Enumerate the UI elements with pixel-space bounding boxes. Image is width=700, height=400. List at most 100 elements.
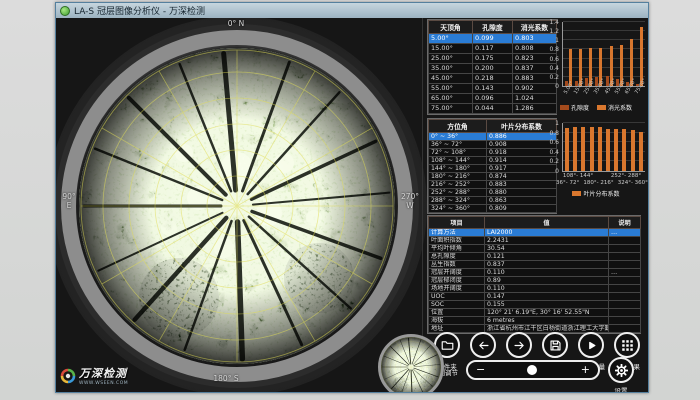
cell: 平均叶倾角: [429, 245, 485, 253]
preview-thumbnail[interactable]: [378, 334, 444, 392]
bar: [590, 127, 594, 171]
cell: 216° ~ 252°: [429, 181, 487, 189]
table-row[interactable]: 总孔隙度0.121: [429, 253, 641, 261]
save-icon: [542, 332, 568, 358]
table-row[interactable]: 65.00°0.0961.024: [429, 94, 557, 104]
cell: 35.00°: [429, 64, 473, 74]
cell: UOC: [429, 293, 485, 301]
table-row[interactable]: 108° ~ 144°0.914: [429, 157, 557, 165]
y-tick-label: 1: [546, 120, 559, 127]
cell: 2.2431: [485, 237, 609, 245]
column-header: 孔隙度: [473, 21, 513, 34]
slider-knob[interactable]: [527, 365, 537, 375]
table-row[interactable]: 216° ~ 252°0.883: [429, 181, 557, 189]
cell: 0.099: [473, 34, 513, 44]
bar-group: [614, 129, 618, 171]
table-row[interactable]: UOC0.147: [429, 293, 641, 301]
table-row[interactable]: 72° ~ 108°0.918: [429, 149, 557, 157]
bars: [563, 123, 645, 171]
window-title: LA-S 冠层图像分析仪 - 万深检测: [74, 4, 205, 17]
table-row[interactable]: 0° ~ 36°0.886: [429, 133, 557, 141]
cell: 0.837: [485, 261, 609, 269]
cell: 0.89: [485, 277, 609, 285]
table-row[interactable]: 55.00°0.1430.902: [429, 84, 557, 94]
table-row[interactable]: 252° ~ 288°0.880: [429, 189, 557, 197]
bar-group: [631, 130, 635, 171]
table-row[interactable]: 15.00°0.1170.808: [429, 44, 557, 54]
cell: 36° ~ 72°: [429, 141, 487, 149]
bar-group: [622, 129, 626, 171]
bar: [614, 129, 618, 171]
table-row[interactable]: 计算方法LAI2000…: [429, 229, 641, 237]
table-row[interactable]: 144° ~ 180°0.917: [429, 165, 557, 173]
slider-plus-button[interactable]: +: [581, 365, 590, 375]
segmentation-slider[interactable]: − +: [466, 360, 600, 380]
y-tick-label: 0.4: [546, 149, 559, 156]
cell: 0.110: [485, 269, 609, 277]
table-row[interactable]: 场地开阔度0.110: [429, 285, 641, 293]
table-row[interactable]: 冠层郁闭度0.89: [429, 277, 641, 285]
x-tick-labels: 108°- 144°252°- 288°: [554, 173, 648, 179]
column-header: 天顶角: [429, 21, 473, 34]
table-row[interactable]: 75.00°0.0441.286: [429, 104, 557, 114]
cell: 场地开阔度: [429, 285, 485, 293]
cell: …: [609, 269, 641, 277]
table-row[interactable]: 288° ~ 324°0.863: [429, 197, 557, 205]
cell: 324° ~ 360°: [429, 205, 487, 213]
table-row[interactable]: 25.00°0.1750.823: [429, 54, 557, 64]
table-row[interactable]: 平均叶倾角30.54: [429, 245, 641, 253]
column-header: 说明: [609, 217, 641, 229]
cell: 0.117: [473, 44, 513, 54]
table-row[interactable]: 5.00°0.0990.803: [429, 34, 557, 44]
cell: 55.00°: [429, 84, 473, 94]
table-row[interactable]: SOC0.155: [429, 301, 641, 309]
app-window: LA-S 冠层图像分析仪 - 万深检测: [55, 2, 649, 393]
y-tick-label: 1.2: [546, 28, 559, 35]
bar-group: [598, 127, 602, 171]
legend-swatch: [560, 105, 569, 110]
bar: [631, 130, 635, 171]
table-row[interactable]: 35.00°0.2000.837: [429, 64, 557, 74]
cell: [609, 253, 641, 261]
cell: 288° ~ 324°: [429, 197, 487, 205]
legend-swatch: [572, 191, 581, 196]
table-row[interactable]: 324° ~ 360°0.809: [429, 205, 557, 213]
table-row[interactable]: 海拔6 metres: [429, 317, 641, 325]
table-row[interactable]: 36° ~ 72°0.908: [429, 141, 557, 149]
slider-minus-button[interactable]: −: [476, 365, 485, 375]
cell: 0.200: [473, 64, 513, 74]
cell: 0.218: [473, 74, 513, 84]
y-tick-label: 0.4: [546, 65, 559, 72]
bar-group: [565, 128, 569, 171]
x-tick-labels: 5.00°15.00°25.00°35.00°45.00°55.00°65.00…: [562, 88, 644, 101]
cell: 6 metres: [485, 317, 609, 325]
brand-logo: 万深检测 WWW.WSEEN.COM: [60, 365, 128, 386]
brand-name: 万深检测: [79, 365, 128, 381]
table-row[interactable]: 180° ~ 216°0.874: [429, 173, 557, 181]
chart-legend: 孔隙度消光系数: [546, 103, 646, 112]
table-row[interactable]: 叶面积指数2.2431: [429, 237, 641, 245]
column-header: 值: [485, 217, 609, 229]
cell: 72° ~ 108°: [429, 149, 487, 157]
settings-button[interactable]: [608, 357, 634, 383]
column-header: 项目: [429, 217, 485, 229]
table-row[interactable]: 45.00°0.2180.883: [429, 74, 557, 84]
y-tick-label: 0.6: [546, 56, 559, 63]
legend-item: 消光系数: [597, 103, 632, 112]
bar-group: [639, 132, 643, 171]
cell: 0.110: [485, 285, 609, 293]
table-row[interactable]: 位置120° 21' 6.19"E, 30° 16' 52.55"N: [429, 309, 641, 317]
canopy-photo-svg: [381, 337, 441, 392]
table-row[interactable]: 冠层开阔度0.110…: [429, 269, 641, 277]
arrow-right-icon: [506, 332, 532, 358]
gear-icon: [615, 364, 628, 377]
cell: 总孔隙度: [429, 253, 485, 261]
cell: SOC: [429, 301, 485, 309]
porosity-extinction-chart: 00.20.40.60.811.21.45.00°15.00°25.00°35.…: [546, 19, 646, 117]
bar: [581, 127, 585, 171]
y-tick-label: 0: [546, 83, 559, 90]
cell: 108° ~ 144°: [429, 157, 487, 165]
cell: 252° ~ 288°: [429, 189, 487, 197]
cell: 0.155: [485, 301, 609, 309]
table-row[interactable]: 丛生指数0.837: [429, 261, 641, 269]
